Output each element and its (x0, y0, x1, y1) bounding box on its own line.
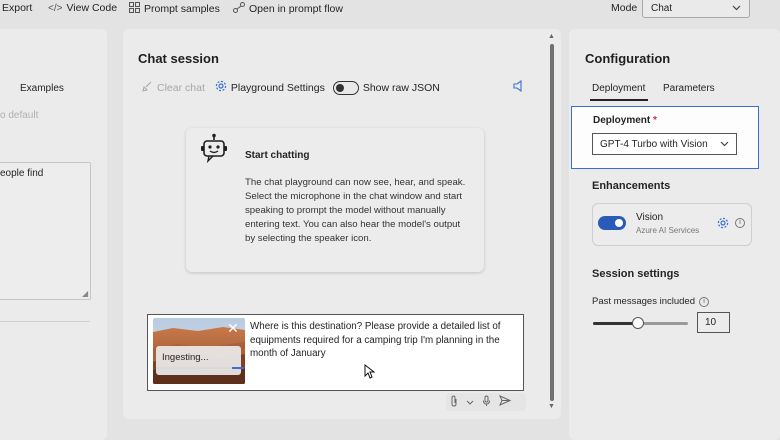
system-message-textarea[interactable] (0, 162, 91, 300)
ingesting-progress-track (156, 367, 244, 369)
default-template-text: o default (0, 110, 39, 121)
past-messages-slider-handle[interactable] (632, 317, 644, 329)
top-toolbar: Export </> View Code Prompt samples Open… (0, 0, 780, 18)
resize-handle-icon[interactable]: ◢ (82, 289, 88, 298)
grid-icon (129, 2, 140, 16)
tab-deployment[interactable]: Deployment (592, 83, 645, 94)
paperclip-icon[interactable] (450, 394, 458, 410)
show-raw-json-toggle[interactable] (332, 80, 359, 95)
chat-input-actions (446, 393, 526, 411)
deployment-label: Deployment * (593, 115, 657, 126)
ingesting-label: Ingesting... (162, 352, 209, 363)
info-icon[interactable]: i (735, 218, 745, 228)
deployment-select[interactable]: GPT-4 Turbo with Vision (592, 133, 737, 155)
chevron-down-icon (720, 139, 729, 150)
system-message-text: eople find (0, 168, 44, 179)
tab-parameters[interactable]: Parameters (663, 83, 715, 94)
broom-icon (142, 81, 153, 95)
prompt-samples-label: Prompt samples (144, 3, 220, 15)
past-messages-label: Past messages included (592, 296, 695, 307)
open-prompt-flow-button[interactable]: Open in prompt flow (233, 2, 343, 16)
mode-select[interactable]: Chat (642, 0, 750, 18)
scrollbar-thumb[interactable] (550, 44, 554, 401)
mode-label: Mode (611, 2, 638, 14)
code-icon: </> (48, 2, 63, 14)
mouse-cursor-icon (364, 363, 376, 382)
session-settings-heading: Session settings (592, 268, 680, 280)
prompt-flow-label: Open in prompt flow (249, 3, 343, 15)
export-label: Export (2, 2, 33, 14)
speaker-icon[interactable] (513, 79, 524, 95)
ingesting-progress-fill (232, 367, 244, 369)
send-icon[interactable] (499, 395, 512, 409)
enhancements-heading: Enhancements (592, 180, 671, 192)
required-indicator: * (653, 115, 657, 126)
playground-settings-button[interactable]: Playground Settings (231, 82, 325, 94)
chat-session-title: Chat session (138, 51, 219, 66)
start-chatting-body: The chat playground can now see, hear, a… (245, 177, 466, 244)
clear-chat-button[interactable]: Clear chat (157, 82, 205, 94)
vision-toggle[interactable] (598, 216, 626, 230)
past-messages-input[interactable]: 10 (697, 312, 730, 333)
deployment-value: GPT-4 Turbo with Vision (600, 138, 708, 150)
examples-heading: Examples (20, 83, 64, 94)
scroll-up-icon[interactable]: ▲ (548, 33, 555, 40)
active-tab-indicator (590, 99, 648, 101)
view-code-label: View Code (66, 2, 118, 14)
divider (0, 321, 90, 322)
scroll-down-icon[interactable]: ▼ (548, 403, 555, 410)
show-raw-json-label: Show raw JSON (362, 81, 440, 94)
flow-icon (233, 2, 245, 16)
mode-value: Chat (651, 2, 673, 14)
chevron-down-icon (732, 3, 741, 14)
past-messages-label-row: Past messages included i (592, 296, 709, 307)
vision-subtitle: Azure AI Services (636, 226, 700, 235)
gear-icon[interactable] (717, 217, 729, 232)
vision-name: Vision (636, 212, 664, 223)
chat-toolbar: Clear chat Playground Settings Show raw … (142, 80, 440, 95)
start-chatting-title: Start chatting (245, 150, 310, 161)
info-icon[interactable]: i (698, 296, 709, 307)
chat-input-text: Where is this destination? Please provid… (250, 321, 501, 359)
prompt-samples-button[interactable]: Prompt samples (129, 2, 220, 16)
gear-icon (215, 80, 227, 95)
remove-image-close-icon[interactable]: ✕ (226, 321, 240, 335)
ingesting-overlay: Ingesting... (156, 346, 241, 375)
bot-icon (199, 133, 229, 164)
view-code-button[interactable]: </> View Code (48, 2, 117, 14)
microphone-icon[interactable] (482, 395, 491, 410)
configuration-title: Configuration (585, 51, 671, 66)
chevron-down-icon[interactable] (466, 397, 474, 408)
export-button[interactable]: Export (2, 2, 32, 14)
